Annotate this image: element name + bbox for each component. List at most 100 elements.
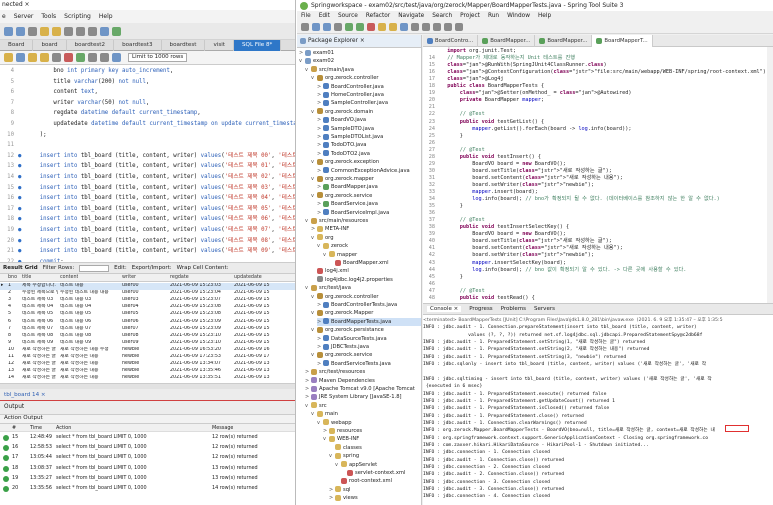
tree-item[interactable]: log4jdbc.log4j2.properties (311, 276, 421, 284)
tree-item[interactable]: > TodoDTO.java (317, 141, 421, 149)
tree-item[interactable]: v src/test/java (305, 284, 421, 292)
grid-cell[interactable]: 2021-06-09 15 (234, 290, 294, 297)
grid-cell[interactable]: 13 (8, 368, 20, 375)
table-row[interactable]: 5 테스트 제목 05 테스트 내용 05 user05 2021-06-09 15:2… (0, 311, 295, 318)
table-row[interactable]: 8 테스트 제목 08 테스트 내용 08 user08 2021-06-09 15:2… (0, 333, 295, 340)
grid-cell[interactable]: 테스트 내용 05 (60, 311, 120, 318)
grid-cell[interactable]: newbie (122, 361, 168, 368)
grid-cell[interactable]: 7 (8, 326, 20, 333)
grid-cell[interactable]: 2021-06-09 15:23:03 (170, 283, 232, 290)
grid-cell[interactable]: 2 (8, 290, 20, 297)
grid-cell[interactable]: 테스트 제목 08 (22, 333, 58, 340)
result-grid-label[interactable]: Result Grid (3, 265, 38, 271)
menu-item[interactable]: e (2, 13, 6, 20)
tree-item[interactable]: > META-INF (311, 225, 421, 233)
menu-item[interactable]: Refactor (366, 13, 390, 19)
tree-item[interactable]: > Apache Tomcat v9.0 [Apache Tomcat (305, 385, 421, 393)
grid-cell[interactable]: 새로 작성하는 글 (22, 347, 58, 354)
tree-item[interactable]: > JRE System Library [JavaSE-1.8] (305, 393, 421, 401)
grid-cell[interactable]: 2021-06-09 15 (234, 326, 294, 333)
wrap-cell-label[interactable]: Wrap Cell Content: (177, 265, 229, 271)
grid-cell[interactable]: 테스트 내용 06 (60, 319, 120, 326)
table-row[interactable]: 14 새로 작성하는 글 새로 작성하는 내용 newbie 2021-06-09 13… (0, 375, 295, 382)
tree-item[interactable]: root-context.xml (335, 477, 421, 485)
menu-item[interactable]: Run (488, 13, 499, 19)
editor-tab[interactable]: BoardMapper... (535, 34, 593, 47)
tree-item[interactable]: v org.zerock.domain (311, 108, 421, 116)
query-tab[interactable]: boardtest (162, 39, 206, 51)
grid-cell[interactable]: 테스트 내용 04 (60, 304, 120, 311)
tree-item[interactable]: log4j.xml (311, 267, 421, 275)
grid-cell[interactable]: 2021-06-09 13 (234, 368, 294, 375)
grid-cell[interactable]: 2021-06-09 15:23:08 (170, 311, 232, 318)
filter-rows-input[interactable] (79, 264, 110, 272)
query-tab[interactable]: SQL File 8* (233, 39, 282, 51)
tree-item[interactable]: > sql (329, 486, 421, 494)
table-row[interactable]: 10 새로 작성하는 글 새로 작성하는 내용 수정 newbie 2021-06-09… (0, 347, 295, 354)
grid-cell[interactable]: 2021-06-09 17:23:53 (170, 354, 232, 361)
tree-item[interactable]: > BoardController.java (317, 83, 421, 91)
tree-item[interactable]: > SampleDTO.java (317, 125, 421, 133)
grid-cell[interactable]: 2021-06-09 16:53:20 (170, 347, 232, 354)
menu-item[interactable]: Server (14, 13, 34, 20)
grid-cell[interactable]: user08 (122, 333, 168, 340)
output-row[interactable]: 17 13:05:44 select * from tbl_board LIMIT … (0, 453, 295, 463)
grid-cell[interactable]: 새로 작성하는 내용 수정 (60, 347, 120, 354)
package-explorer-title[interactable]: Package Explorer × (308, 38, 365, 44)
tree-item[interactable]: > TodoDTO2.java (317, 150, 421, 158)
grid-cell[interactable]: 1 (8, 283, 20, 290)
rollback-icon[interactable] (100, 53, 109, 62)
tree-item[interactable]: > DataSourceTests.java (317, 335, 421, 343)
editor-tab[interactable]: BoardContro... (423, 34, 479, 47)
autocommit-icon[interactable] (76, 53, 85, 62)
grid-cell[interactable]: 제목 수정합니다. (22, 283, 58, 290)
tree-item[interactable]: v org.zerock.controller (311, 293, 421, 301)
save-icon[interactable] (16, 53, 25, 62)
execute-current-icon[interactable] (40, 53, 49, 62)
menu-item[interactable]: Project (460, 13, 480, 19)
new-sql-tab-icon[interactable] (4, 26, 13, 36)
grid-cell[interactable]: 2021-06-09 15:23:07 (170, 297, 232, 304)
menu-item[interactable]: Source (338, 13, 358, 19)
menu-item[interactable]: Help (538, 13, 551, 19)
commit-icon[interactable] (88, 53, 97, 62)
tree-item[interactable]: > BoardServiceImpl.java (317, 209, 421, 217)
grid-cell[interactable]: 새로 작성하는 내용 (60, 361, 120, 368)
grid-cell[interactable]: 2021-06-09 17 (234, 354, 294, 361)
console-view-tab[interactable]: Progress (469, 306, 492, 312)
tree-item[interactable]: > BoardMapperTests.java (317, 317, 421, 326)
grid-cell[interactable]: 2021-06-09 15 (234, 319, 294, 326)
grid-cell[interactable]: 테스트 제목 09 (22, 340, 58, 347)
forward-icon[interactable] (455, 23, 463, 31)
tree-item[interactable]: > BoardVO.java (317, 116, 421, 124)
table-row[interactable]: 4 테스트 제목 04 테스트 내용 04 user04 2021-06-09 15:2… (0, 304, 295, 311)
tree-item[interactable]: v main (311, 410, 421, 418)
grid-cell[interactable]: 테스트 제목 07 (22, 326, 58, 333)
print-icon[interactable] (334, 23, 342, 31)
tree-item[interactable]: v org.zerock.Mapper (311, 309, 421, 317)
output-row[interactable]: 20 13:35:56 select * from tbl_board LIMIT … (0, 484, 295, 494)
tree-item[interactable]: v org.zerock.mapper (311, 175, 421, 183)
tree-item[interactable]: v org.zerock.controller (311, 74, 421, 82)
tree-item[interactable]: BoardMapper.xml (329, 259, 421, 267)
save-all-icon[interactable] (323, 23, 331, 31)
grid-column-header[interactable]: content (60, 274, 78, 282)
tree-item[interactable]: v appServlet (335, 461, 421, 469)
create-table-icon[interactable] (52, 26, 61, 36)
tree-item[interactable]: > HomeController.java (317, 91, 421, 99)
tree-item[interactable]: servlet-context.xml (341, 469, 421, 477)
tree-item[interactable]: classes (329, 444, 421, 452)
tree-item[interactable]: v src/main/java (305, 66, 421, 74)
tree-item[interactable]: v webapp (317, 419, 421, 427)
open-type-icon[interactable] (411, 23, 419, 31)
grid-cell[interactable]: 12 (8, 361, 20, 368)
tree-item[interactable]: > views (329, 494, 421, 502)
tree-item[interactable]: > BoardService.java (317, 200, 421, 208)
grid-cell[interactable]: user06 (122, 319, 168, 326)
table-row[interactable]: 2수정된 제목으로 변경...수정된 테스트 내용 내용user002021-0… (0, 290, 295, 297)
tree-item[interactable]: > src/test/resources (305, 368, 421, 376)
inspector-icon[interactable] (28, 26, 37, 36)
grid-cell[interactable]: 2021-06-09 15 (234, 333, 294, 340)
menu-item[interactable]: Scripting (64, 13, 91, 20)
tree-item[interactable]: > exam01 (299, 49, 421, 57)
